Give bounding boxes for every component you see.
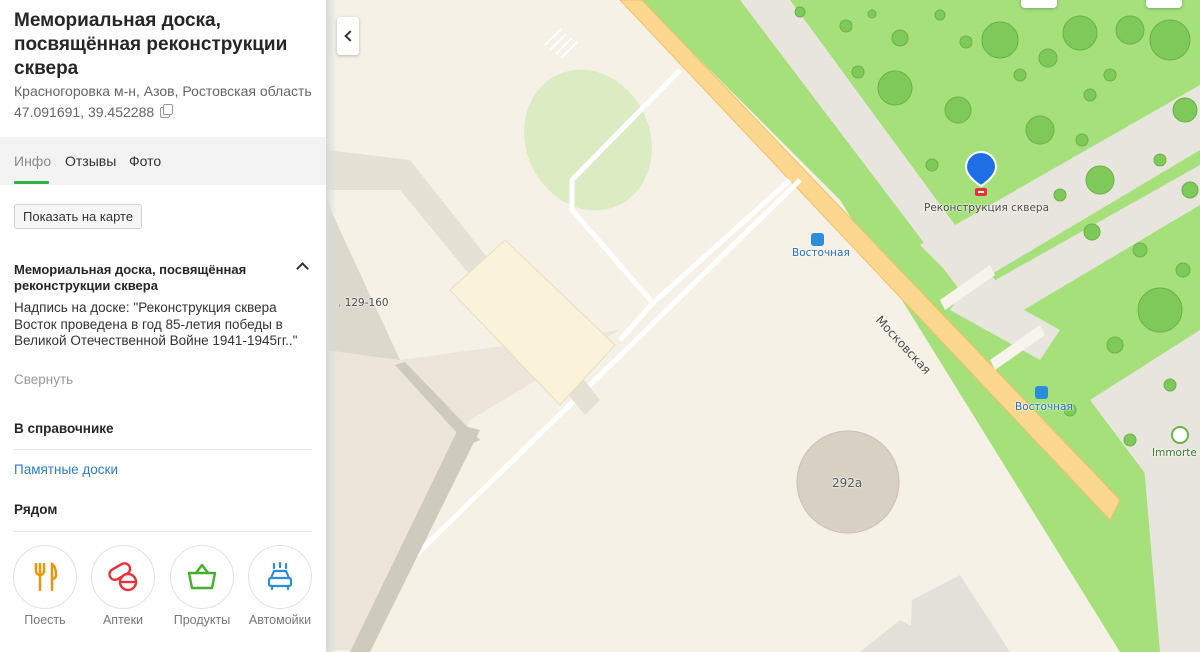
copy-icon[interactable]	[160, 103, 174, 118]
tabs-bar: Инфо Отзывы Фото	[0, 137, 326, 185]
nearby-carwash-button[interactable]: Автомойки	[247, 545, 313, 635]
place-coordinates[interactable]: 47.091691, 39.452288	[14, 103, 174, 120]
description-title: Мемориальная доска, посвящённая реконстр…	[14, 262, 247, 293]
divider	[14, 449, 312, 450]
collapse-link[interactable]: Свернуть	[14, 372, 73, 387]
pills-icon	[108, 562, 138, 592]
nearby-pharmacy-button[interactable]: Аптеки	[90, 545, 156, 635]
rubric-link[interactable]: Памятные доски	[14, 462, 118, 477]
place-title: Мемориальная доска, посвящённая реконстр…	[14, 10, 288, 79]
bus-stop-icon[interactable]	[811, 233, 824, 246]
house-number-label: 292а	[832, 476, 863, 490]
divider	[14, 531, 312, 532]
coordinates-text: 47.091691, 39.452288	[14, 104, 155, 120]
house-number-label: , 129-160	[338, 297, 389, 309]
car-wash-icon	[267, 561, 293, 591]
map-control-button[interactable]	[1146, 0, 1182, 8]
basket-icon	[187, 563, 217, 590]
poi-label: Immorte	[1152, 447, 1197, 459]
chevron-left-icon	[343, 30, 356, 42]
sidebar-shadow	[326, 0, 336, 652]
nearby-grocery-label: Продукты	[173, 613, 231, 627]
chevron-up-icon[interactable]	[296, 262, 309, 275]
map-canvas[interactable]: , 129-160 292а Московская Восточная Вост…	[326, 0, 1200, 652]
nearby-food-circle	[13, 545, 77, 609]
bus-stop-label: Восточная	[1015, 401, 1073, 413]
bus-stop-label: Восточная	[792, 247, 850, 259]
active-tab-indicator	[14, 181, 49, 184]
tab-photos[interactable]: Фото	[129, 153, 161, 169]
nearby-food-button[interactable]: Поесть	[12, 545, 78, 635]
map-control-button[interactable]	[1021, 0, 1057, 8]
bus-stop-icon[interactable]	[1035, 386, 1048, 399]
nearby-food-label: Поесть	[24, 613, 66, 627]
collapse-sidebar-button[interactable]	[337, 17, 359, 55]
map-layer	[326, 0, 1200, 652]
directory-title: В справочнике	[14, 421, 114, 436]
selected-place-marker[interactable]	[964, 150, 998, 196]
nearby-pharmacy-circle	[91, 545, 155, 609]
nearby-title: Рядом	[14, 502, 58, 517]
poi-icon[interactable]	[1171, 426, 1189, 444]
show-on-map-button[interactable]: Показать на карте	[14, 204, 143, 229]
place-address: Красногоровка м-н, Азов, Ростовская обла…	[14, 83, 312, 99]
description-text: Надпись на доске: "Реконструкция сквера …	[14, 300, 298, 348]
nearby-grocery-button[interactable]: Продукты	[169, 545, 235, 635]
nearby-grocery-circle	[170, 545, 234, 609]
selected-place-label: Реконструкция сквера	[924, 202, 1050, 214]
tab-reviews[interactable]: Отзывы	[65, 153, 116, 169]
place-card-sidebar: Мемориальная доска, посвящённая реконстр…	[0, 0, 326, 652]
tab-info[interactable]: Инфо	[14, 153, 51, 169]
nearby-pharmacy-label: Аптеки	[102, 613, 144, 627]
fork-knife-icon	[34, 561, 58, 592]
nearby-carwash-label: Автомойки	[248, 613, 312, 627]
nearby-carwash-circle	[248, 545, 312, 609]
